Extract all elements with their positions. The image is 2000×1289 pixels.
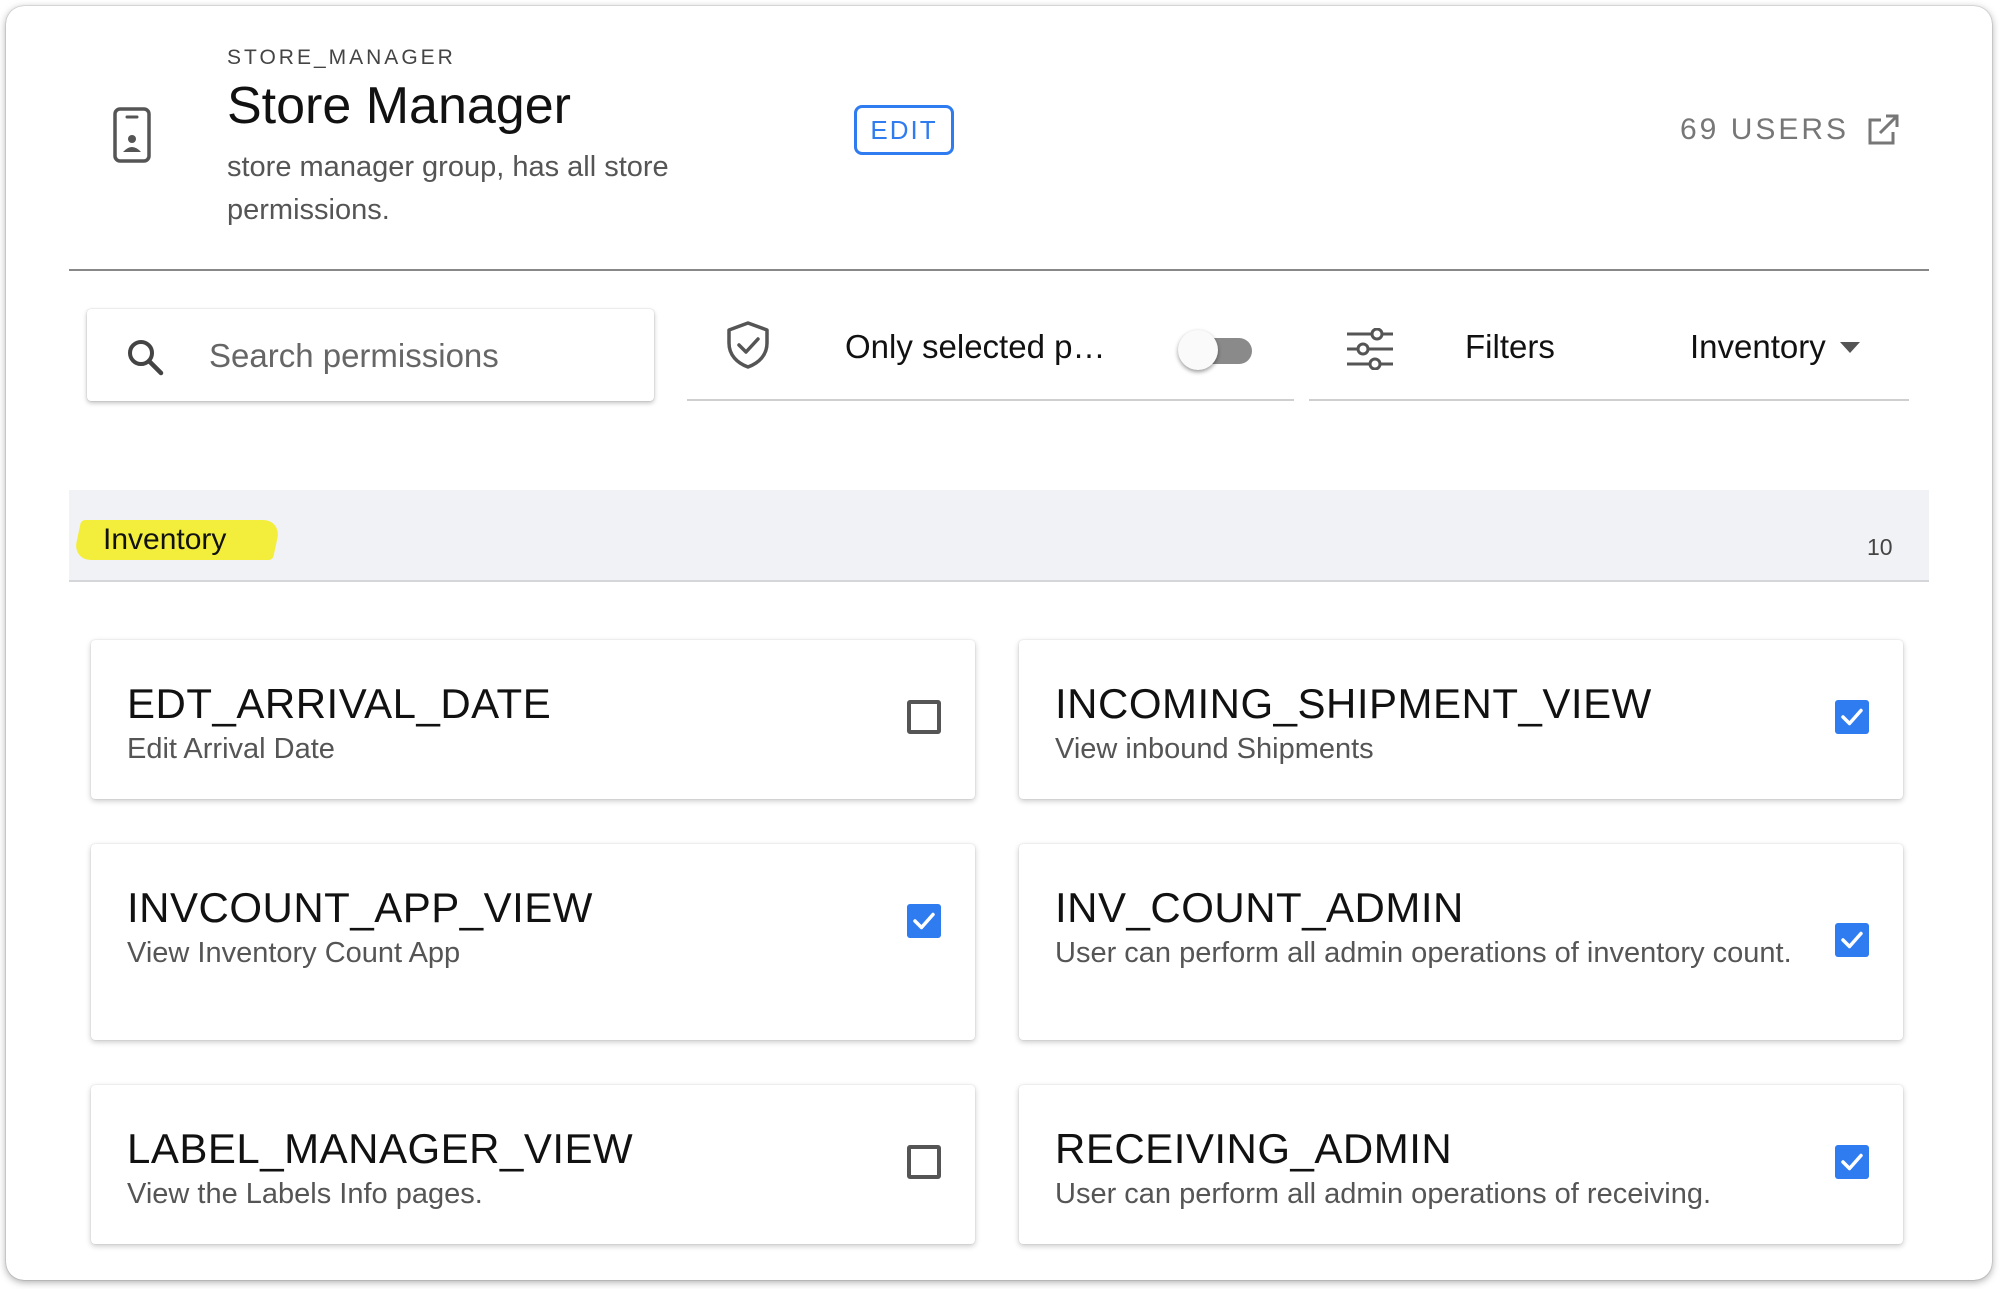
check-icon xyxy=(1841,1153,1863,1171)
search-field[interactable] xyxy=(87,309,654,401)
permission-card[interactable]: INVCOUNT_APP_VIEW View Inventory Count A… xyxy=(91,844,975,1040)
only-selected-toggle[interactable] xyxy=(1178,326,1258,372)
header-divider xyxy=(69,269,1929,271)
permission-group-panel: STORE_MANAGER Store Manager store manage… xyxy=(6,6,1992,1280)
check-icon xyxy=(1841,708,1863,726)
permission-description: View inbound Shipments xyxy=(1055,733,1374,765)
permission-description: View Inventory Count App xyxy=(127,937,461,969)
toolbar-divider xyxy=(687,399,1294,401)
permission-description: Edit Arrival Date xyxy=(127,733,335,765)
permission-name: LABEL_MANAGER_VIEW xyxy=(127,1125,634,1172)
edit-button-label: EDIT xyxy=(870,114,938,145)
permission-card[interactable]: EDT_ARRIVAL_DATE Edit Arrival Date xyxy=(91,640,975,799)
search-input[interactable] xyxy=(207,325,631,387)
check-icon xyxy=(1841,931,1863,949)
search-icon xyxy=(128,340,164,376)
permission-card[interactable]: INCOMING_SHIPMENT_VIEW View inbound Ship… xyxy=(1019,640,1903,799)
toolbar-divider xyxy=(1309,399,1909,401)
users-link[interactable]: 69 USERS xyxy=(1680,112,1901,148)
category-select-value: Inventory xyxy=(1690,328,1826,365)
permission-checkbox[interactable] xyxy=(1835,1145,1869,1179)
permission-checkbox[interactable] xyxy=(907,700,941,734)
filters-button[interactable]: Filters xyxy=(1465,328,1555,366)
permission-card[interactable]: RECEIVING_ADMIN User can perform all adm… xyxy=(1019,1085,1903,1244)
caret-down-icon xyxy=(1839,341,1860,353)
permission-checkbox[interactable] xyxy=(1835,923,1869,957)
check-icon xyxy=(913,912,935,930)
section-header[interactable]: Inventory 10 xyxy=(69,490,1929,582)
permission-description: User can perform all admin operations of… xyxy=(1055,937,1792,969)
permission-description: User can perform all admin operations of… xyxy=(1055,1178,1712,1210)
section-count: 10 xyxy=(1867,534,1893,560)
permission-name: INV_COUNT_ADMIN xyxy=(1055,884,1464,931)
only-selected-label: Only selected p… xyxy=(845,328,1106,365)
shield-check-icon xyxy=(727,321,769,369)
permission-card[interactable]: LABEL_MANAGER_VIEW View the Labels Info … xyxy=(91,1085,975,1244)
permission-description: View the Labels Info pages. xyxy=(127,1178,483,1210)
permission-checkbox[interactable] xyxy=(907,904,941,938)
permission-name: INVCOUNT_APP_VIEW xyxy=(127,884,593,931)
sliders-icon[interactable] xyxy=(1345,328,1395,370)
toggle-knob xyxy=(1178,330,1218,370)
external-link-icon xyxy=(1868,114,1899,145)
category-select[interactable]: Inventory xyxy=(1690,328,1860,366)
id-badge-icon xyxy=(113,107,151,163)
permission-name: EDT_ARRIVAL_DATE xyxy=(127,680,552,727)
edit-button[interactable]: EDIT xyxy=(854,105,954,155)
users-count-label: 69 USERS xyxy=(1680,113,1850,146)
group-key: STORE_MANAGER xyxy=(227,46,456,69)
permission-name: INCOMING_SHIPMENT_VIEW xyxy=(1055,680,1652,727)
permission-checkbox[interactable] xyxy=(907,1145,941,1179)
permission-card[interactable]: INV_COUNT_ADMIN User can perform all adm… xyxy=(1019,844,1903,1040)
permission-checkbox[interactable] xyxy=(1835,700,1869,734)
page-title: Store Manager xyxy=(227,77,571,135)
section-title: Inventory xyxy=(103,523,227,556)
permission-name: RECEIVING_ADMIN xyxy=(1055,1125,1453,1172)
group-description: store manager group, has all store permi… xyxy=(227,151,669,226)
